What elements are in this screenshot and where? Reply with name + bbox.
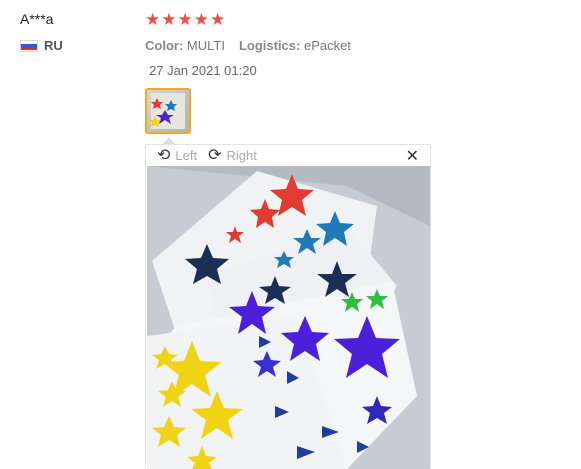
rotate-right-button[interactable]: ⟳ Right bbox=[208, 146, 257, 164]
star-icon: ★ bbox=[161, 10, 177, 29]
review-date: 27 Jan 2021 01:20 bbox=[149, 63, 257, 78]
rotate-right-icon: ⟳ bbox=[208, 146, 222, 164]
star-icon: ★ bbox=[193, 10, 209, 29]
rotate-left-label: Left bbox=[175, 148, 198, 163]
logistics-label: Logistics: bbox=[238, 38, 301, 53]
reviewer-name: A***a bbox=[20, 11, 54, 27]
image-viewer: ⟲ Left ⟳ Right ✕ bbox=[145, 144, 431, 469]
color-label: Color: bbox=[145, 38, 184, 53]
logistics-value: ePacket bbox=[303, 38, 351, 53]
rotate-left-button[interactable]: ⟲ Left bbox=[157, 146, 198, 164]
review-photo bbox=[147, 166, 430, 469]
rotate-right-label: Right bbox=[226, 148, 257, 163]
rating-stars: ★ ★ ★ ★ ★ bbox=[145, 11, 225, 29]
close-icon[interactable]: ✕ bbox=[406, 146, 419, 166]
country-code: RU bbox=[44, 38, 63, 53]
color-value: MULTI bbox=[186, 38, 225, 53]
color-info: Color: MULTI bbox=[145, 38, 225, 53]
viewer-toolbar: ⟲ Left ⟳ Right ✕ bbox=[146, 145, 430, 166]
order-meta: Color: MULTI Logistics: ePacket bbox=[145, 38, 351, 53]
reviewer-country: RU bbox=[20, 38, 63, 53]
logistics-info: Logistics: ePacket bbox=[239, 38, 351, 53]
star-icon: ★ bbox=[210, 10, 226, 29]
review-image-thumbnail[interactable] bbox=[145, 88, 191, 134]
rotate-left-icon: ⟲ bbox=[157, 146, 171, 164]
star-icon: ★ bbox=[145, 10, 161, 29]
star-icon: ★ bbox=[177, 10, 193, 29]
viewer-pointer bbox=[163, 137, 175, 144]
russia-flag-icon bbox=[20, 39, 38, 52]
thumbnail-image bbox=[147, 90, 189, 132]
